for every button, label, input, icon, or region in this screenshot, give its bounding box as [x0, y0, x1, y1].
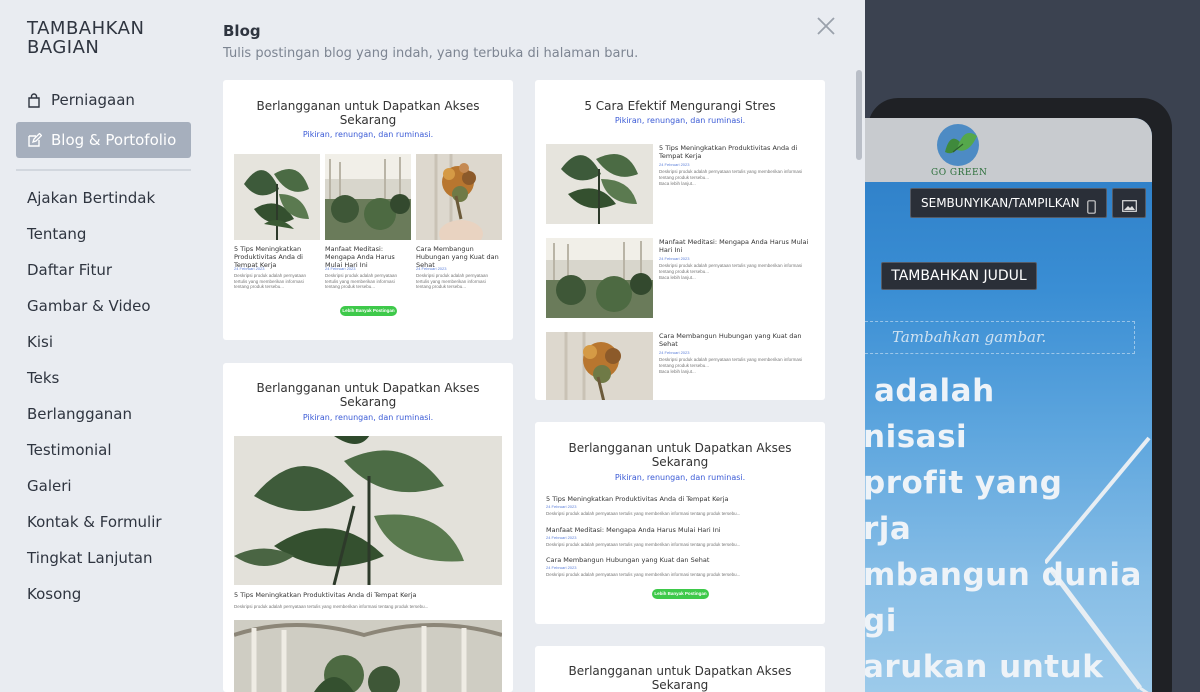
hero-text-line: profit yang	[865, 465, 1063, 501]
hide-show-button[interactable]: SEMBUNYIKAN/TAMPILKAN	[910, 188, 1107, 218]
sidebar-item-daftar-fitur[interactable]: Daftar Fitur	[27, 259, 162, 295]
sidebar-item-perniagaan[interactable]: Perniagaan	[16, 82, 191, 118]
post-image-plant-large	[234, 436, 502, 585]
sidebar-item-galeri[interactable]: Galeri	[27, 475, 162, 511]
image-button[interactable]	[1112, 188, 1146, 218]
post-date: 24 Februari 2023	[659, 162, 690, 167]
post-date: 24 Februari 2023	[234, 266, 265, 271]
sidebar-title: TAMBAHKAN BAGIAN	[27, 18, 145, 58]
sidebar-item-kosong[interactable]: Kosong	[27, 583, 162, 619]
sidebar-item-berlangganan[interactable]: Berlangganan	[27, 403, 162, 439]
post-date: 24 Februari 2023	[325, 266, 356, 271]
post-title: Manfaat Meditasi: Mengapa Anda Harus Mul…	[546, 526, 721, 534]
card-tagline: Pikiran, renungan, dan ruminasi.	[614, 116, 746, 125]
post-image-garden	[234, 620, 502, 692]
post-date: 24 Februari 2023	[546, 565, 577, 570]
shopping-bag-icon	[26, 92, 42, 108]
close-icon[interactable]	[815, 15, 837, 37]
post-desc: Deskripsi produk adalah pernyataan tertu…	[234, 604, 429, 609]
sidebar-item-kontak[interactable]: Kontak & Formulir	[27, 511, 162, 547]
gallery-heading: Blog	[223, 22, 261, 40]
post-desc: Deskripsi produk adalah pernyataan tertu…	[659, 357, 803, 368]
post-image-plant	[546, 144, 653, 224]
add-title-button[interactable]: TAMBAHKAN JUDUL	[881, 262, 1037, 290]
sidebar-item-gambar-video[interactable]: Gambar & Video	[27, 295, 162, 331]
post-title: Manfaat Meditasi: Mengapa Anda Harus Mul…	[659, 238, 809, 254]
logo-text: GO GREEN	[931, 168, 988, 178]
post-date: 24 Februari 2023	[546, 535, 577, 540]
read-more-link: Baca lebih lanjut...	[659, 181, 696, 186]
more-posts-button: Lebih Banyak Postingan	[340, 306, 397, 316]
sidebar-item-testimonial[interactable]: Testimonial	[27, 439, 162, 475]
post-title: 5 Tips Meningkatkan Produktivitas Anda d…	[234, 591, 417, 599]
post-image-bouquet	[416, 154, 502, 240]
post-desc: Deskripsi produk adalah pernyataan tertu…	[546, 572, 741, 577]
logo-icon	[935, 122, 981, 168]
post-image-garden	[325, 154, 411, 240]
template-card-2[interactable]: 5 Cara Efektif Mengurangi Stres Pikiran,…	[535, 80, 825, 400]
post-desc: Deskripsi produk adalah pernyataan tertu…	[546, 511, 741, 516]
sidebar-item-teks[interactable]: Teks	[27, 367, 162, 403]
post-desc: Deskripsi produk adalah pernyataan tertu…	[546, 542, 741, 547]
card-title: Berlangganan untuk Dapatkan Akses Sekara…	[256, 381, 480, 409]
post-image-garden	[546, 238, 653, 318]
post-image-bouquet	[546, 332, 653, 400]
gallery-subtitle: Tulis postingan blog yang indah, yang te…	[223, 46, 639, 61]
post-desc: Deskripsi produk adalah pernyataan tertu…	[659, 169, 803, 180]
post-desc: Deskripsi produk adalah pernyataan tertu…	[325, 273, 398, 289]
hide-show-label: SEMBUNYIKAN/TAMPILKAN	[921, 196, 1080, 210]
preview-screen: GO GREEN SEMBUNYIKAN/TAMPILKAN TAMBAHKAN…	[865, 118, 1152, 692]
post-date: 24 Februari 2023	[659, 350, 690, 355]
more-posts-button: Lebih Banyak Postingan	[652, 589, 709, 599]
site-preview: GO GREEN SEMBUNYIKAN/TAMPILKAN TAMBAHKAN…	[865, 0, 1200, 692]
post-image-plant	[234, 154, 320, 240]
read-more-link: Baca lebih lanjut...	[659, 369, 696, 374]
edit-icon	[26, 132, 42, 148]
header-bar: GO GREEN	[865, 118, 1152, 182]
mobile-icon	[1087, 196, 1096, 224]
read-more-link: Baca lebih lanjut...	[659, 275, 696, 280]
post-desc: Deskripsi produk adalah pernyataan tertu…	[234, 273, 307, 289]
hero-text-line: nisasi	[865, 419, 968, 455]
hero-text-line: arukan untuk	[865, 649, 1104, 685]
post-title: 5 Tips Meningkatkan Produktivitas Anda d…	[546, 495, 729, 503]
scrollbar-thumb[interactable]	[856, 70, 862, 160]
sidebar-item-kisi[interactable]: Kisi	[27, 331, 162, 367]
sidebar-divider	[16, 169, 191, 171]
post-title: Cara Membangun Hubungan yang Kuat dan Se…	[546, 556, 710, 564]
post-desc: Deskripsi produk adalah pernyataan tertu…	[659, 263, 803, 274]
sidebar-item-tentang[interactable]: Tentang	[27, 223, 162, 259]
sidebar-item-tingkat-lanjutan[interactable]: Tingkat Lanjutan	[27, 547, 162, 583]
sidebar-item-label: Blog & Portofolio	[51, 131, 177, 149]
template-card-3[interactable]: Berlangganan untuk Dapatkan Akses Sekara…	[223, 363, 513, 692]
post-date: 24 Februari 2023	[416, 266, 447, 271]
card-tagline: Pikiran, renungan, dan ruminasi.	[302, 413, 434, 422]
section-sidebar: TAMBAHKAN BAGIAN Perniagaan Blog & Porto…	[0, 0, 205, 692]
hero-text-line: mbangun dunia	[865, 557, 1142, 593]
sidebar-item-blog-portofolio[interactable]: Blog & Portofolio	[16, 122, 191, 158]
post-title: Cara Membangun Hubungan yang Kuat dan Se…	[659, 332, 802, 348]
card-title: 5 Cara Efektif Mengurangi Stres	[584, 99, 776, 113]
post-desc: Deskripsi produk adalah pernyataan tertu…	[416, 273, 489, 289]
template-card-1[interactable]: Berlangganan untuk Dapatkan Akses Sekara…	[223, 80, 513, 340]
template-card-4[interactable]: Berlangganan untuk Dapatkan Akses Sekara…	[535, 422, 825, 624]
hero-text-line: gi	[865, 603, 897, 639]
hero-text-line: adalah	[874, 373, 995, 409]
image-icon	[1122, 197, 1137, 216]
add-image-placeholder[interactable]: Tambahkan gambar.	[865, 321, 1135, 354]
card-tagline: Pikiran, renungan, dan ruminasi.	[302, 130, 434, 139]
card-title: Berlangganan untuk Dapatkan Akses Sekara…	[256, 99, 480, 127]
template-gallery: Blog Tulis postingan blog yang indah, ya…	[205, 0, 865, 692]
post-date: 24 Februari 2023	[546, 504, 577, 509]
sidebar-item-label: Perniagaan	[51, 91, 135, 109]
sidebar-item-ajakan[interactable]: Ajakan Bertindak	[27, 187, 162, 223]
post-date: 24 Februari 2023	[659, 256, 690, 261]
hero-text-line: rja	[865, 511, 912, 547]
sidebar-list: Ajakan Bertindak Tentang Daftar Fitur Ga…	[27, 187, 162, 619]
template-card-5[interactable]: Berlangganan untuk Dapatkan Akses Sekara…	[535, 646, 825, 692]
post-title: 5 Tips Meningkatkan Produktivitas Anda d…	[659, 144, 798, 160]
card-tagline: Pikiran, renungan, dan ruminasi.	[614, 473, 746, 482]
card-title: Berlangganan untuk Dapatkan Akses Sekara…	[568, 664, 792, 692]
card-title: Berlangganan untuk Dapatkan Akses Sekara…	[568, 441, 792, 469]
